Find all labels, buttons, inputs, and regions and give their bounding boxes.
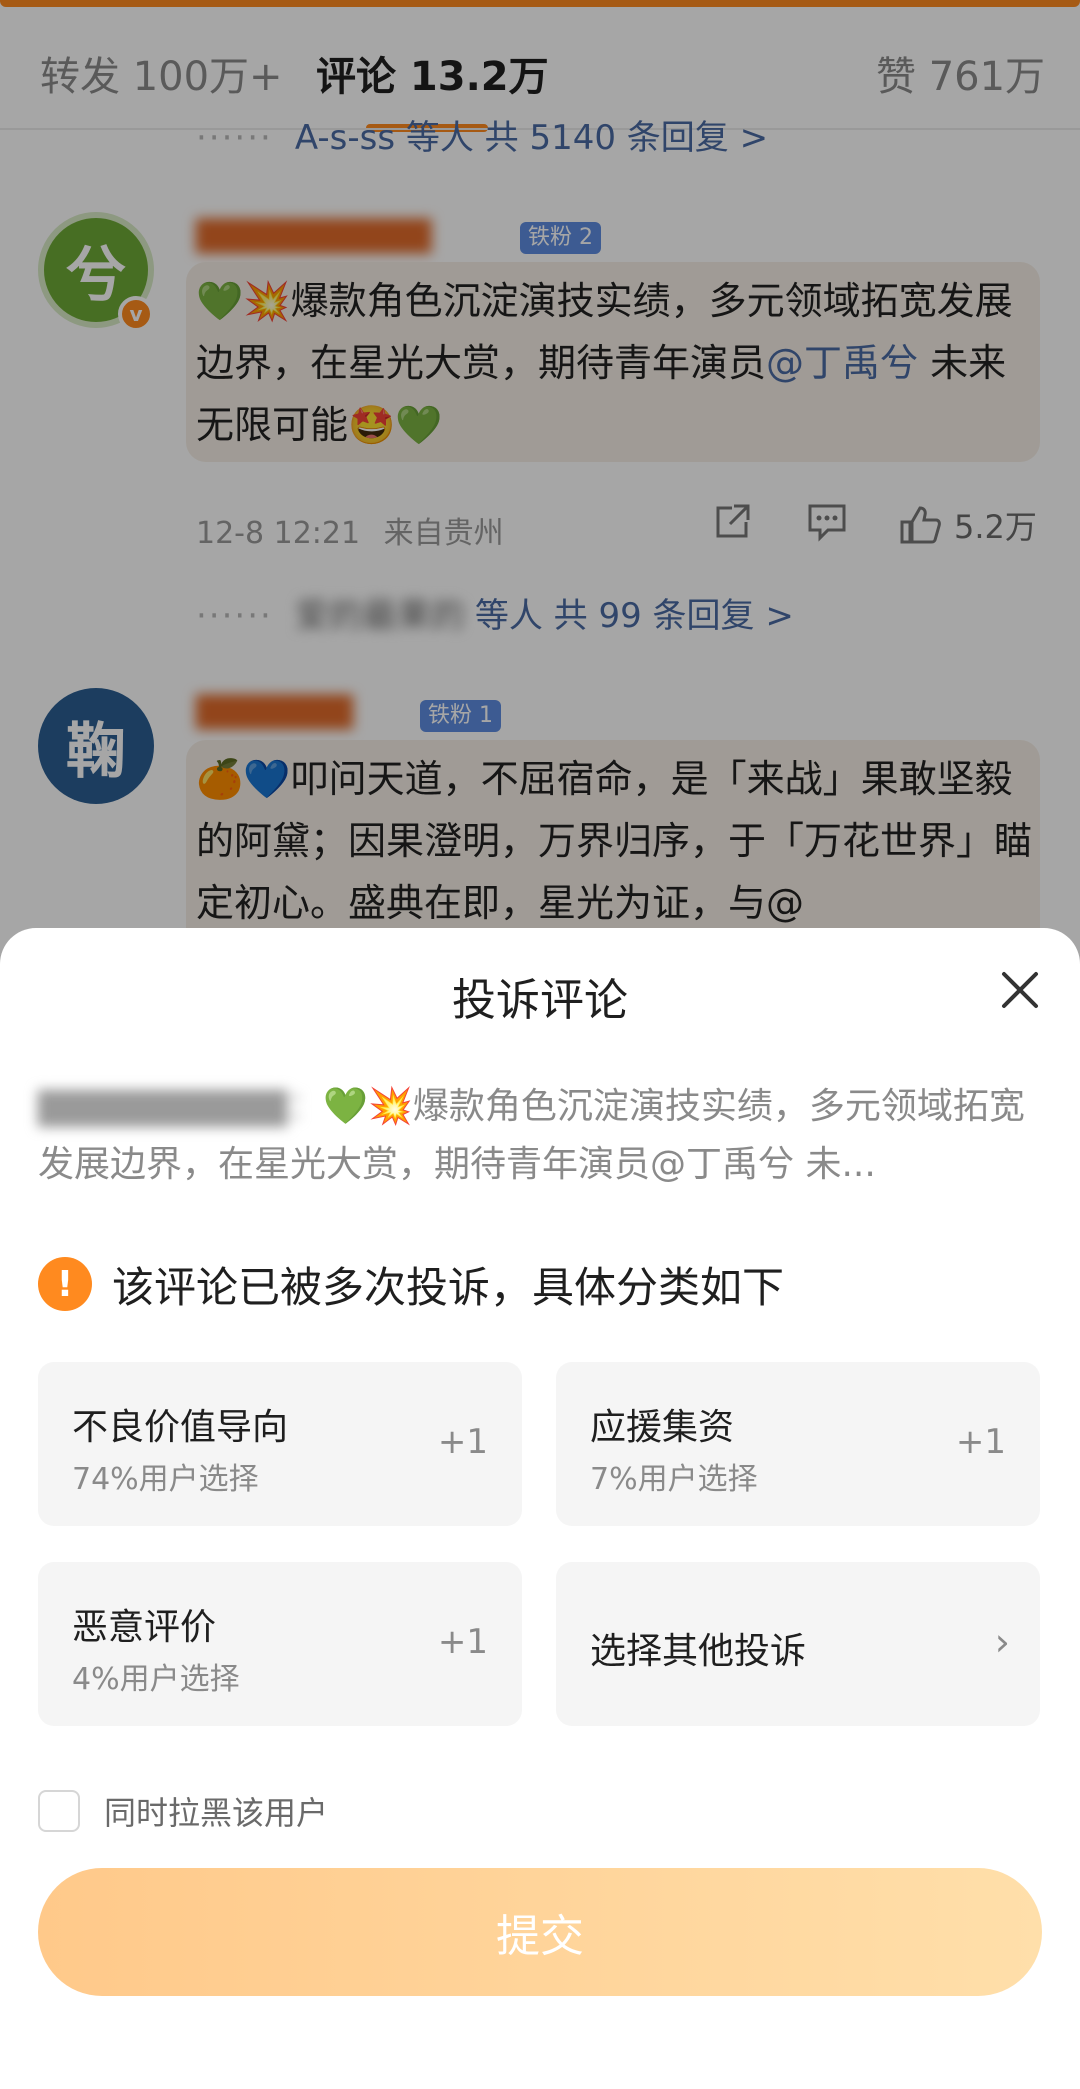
close-icon: [1002, 972, 1038, 1008]
report-comment-sheet: 投诉评论 ▇▇▇▇▇▇▇▇▇：💚💥爆款角色沉淀演技实绩，多元领域拓宽发展边界，在…: [0, 928, 1080, 2089]
exclamation-icon: !: [38, 1257, 92, 1311]
submit-button[interactable]: 提交: [38, 1868, 1042, 1996]
warning-text: 该评论已被多次投诉，具体分类如下: [112, 1262, 785, 1312]
block-user-row[interactable]: 同时拉黑该用户: [38, 1788, 328, 1834]
chevron-right-icon: ›: [994, 1620, 1010, 1664]
comment-feed: 转发 100万+ 评论 13.2万 赞 761万 ······ A-s-ss 等人…: [0, 0, 1080, 1000]
option-percentage: 4%用户选择: [72, 1662, 240, 1697]
quoted-author-blurred: ▇▇▇▇▇▇▇▇▇：: [38, 1086, 324, 1127]
plus-one-label: +1: [437, 1422, 488, 1462]
plus-one-label: +1: [955, 1422, 1006, 1462]
sheet-title: 投诉评论: [452, 975, 628, 1026]
close-button[interactable]: [990, 960, 1050, 1020]
other-report-option[interactable]: 选择其他投诉 ›: [556, 1562, 1040, 1726]
option-percentage: 74%用户选择: [72, 1462, 259, 1497]
option-title: 恶意评价: [72, 1607, 217, 1648]
block-user-label: 同时拉黑该用户: [104, 1794, 329, 1832]
warning-row: ! 该评论已被多次投诉，具体分类如下: [38, 1254, 784, 1314]
option-percentage: 7%用户选择: [590, 1462, 758, 1497]
report-option-card[interactable]: 应援集资 7%用户选择 +1: [556, 1362, 1040, 1526]
block-user-checkbox[interactable]: [38, 1790, 80, 1832]
option-title: 不良价值导向: [72, 1407, 289, 1448]
quoted-comment: ▇▇▇▇▇▇▇▇▇：💚💥爆款角色沉淀演技实绩，多元领域拓宽发展边界，在星光大赏，…: [38, 1078, 1048, 1194]
dim-overlay[interactable]: [0, 0, 1080, 1000]
report-option-card[interactable]: 恶意评价 4%用户选择 +1: [38, 1562, 522, 1726]
option-title: 应援集资: [590, 1407, 735, 1448]
other-option-label: 选择其他投诉: [590, 1631, 807, 1672]
plus-one-label: +1: [437, 1622, 488, 1662]
report-option-card[interactable]: 不良价值导向 74%用户选择 +1: [38, 1362, 522, 1526]
